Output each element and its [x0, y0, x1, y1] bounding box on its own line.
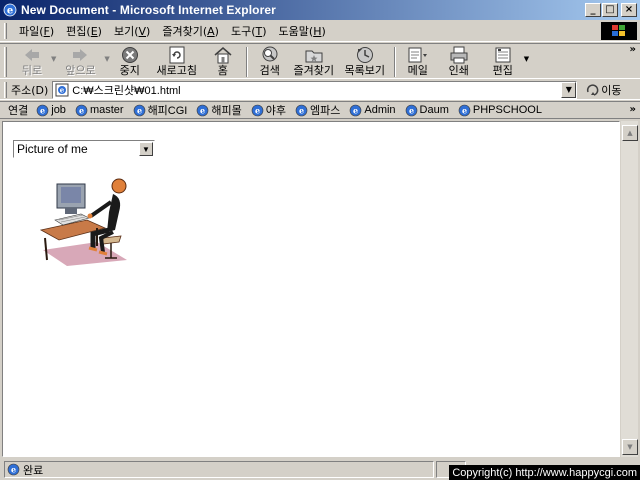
svg-text:e: e — [255, 105, 260, 115]
link-phpschool[interactable]: e PHPSCHOOL — [458, 104, 542, 117]
back-arrow-icon — [25, 49, 39, 61]
address-url: C:₩스크린샷₩01.html — [72, 84, 181, 97]
link-yahoo[interactable]: e 야후 — [251, 102, 286, 118]
ie-page-icon: e — [405, 104, 417, 116]
status-text: 완료 — [23, 463, 44, 477]
toolbar-grip[interactable] — [4, 22, 7, 39]
ie-page-icon: e — [75, 104, 88, 116]
stop-button[interactable]: 중지 — [110, 45, 150, 79]
svg-text:e: e — [462, 105, 467, 115]
menu-edit[interactable]: 편집(E) — [60, 23, 108, 39]
go-button[interactable]: 이동 — [585, 82, 622, 98]
close-button[interactable]: × — [621, 3, 637, 17]
link-master[interactable]: e master — [75, 104, 124, 117]
address-dropdown-icon[interactable]: ▼ — [561, 81, 577, 98]
address-bar: 주소(D) e C:₩스크린샷₩01.html ▼ 이동 — [0, 80, 640, 100]
links-more-icon[interactable]: » — [630, 104, 636, 115]
maximize-button[interactable]: □ — [602, 3, 618, 17]
history-icon — [356, 47, 373, 63]
minimize-button[interactable]: _ — [585, 3, 601, 17]
copyright-overlay: Copyright(c) http://www.happycgi.com — [449, 465, 640, 480]
toolbar-more-icon[interactable]: » — [630, 44, 636, 55]
go-arrow-icon — [587, 83, 599, 96]
address-label: 주소(D) — [11, 83, 49, 97]
toolbar-separator — [245, 47, 248, 77]
mail-icon — [408, 47, 427, 63]
ie-page-icon: e — [251, 104, 264, 116]
print-button[interactable]: 인쇄 — [436, 45, 482, 79]
person-at-computer-clipart — [39, 178, 127, 266]
link-empas[interactable]: e 엠파스 — [295, 102, 340, 118]
favorites-button[interactable]: 즐겨찾기 — [288, 45, 340, 79]
svg-text:e: e — [200, 105, 205, 115]
svg-text:e: e — [7, 6, 13, 17]
select-dropdown-icon[interactable]: ▼ — [139, 142, 153, 156]
link-daum[interactable]: e Daum — [405, 104, 449, 117]
edit-page-icon — [495, 47, 511, 63]
link-happymall[interactable]: e 해피몰 — [196, 102, 242, 118]
print-icon — [450, 46, 468, 64]
links-bar: 연결 e job e master e 해피CGI e 해피몰 e 야후 e 엠파스 e Ad… — [0, 101, 640, 119]
refresh-button[interactable]: 새로고침 — [150, 45, 204, 79]
svg-text:e: e — [79, 105, 84, 115]
ie-page-icon: e — [295, 104, 308, 116]
scroll-down-icon[interactable]: ▼ — [622, 439, 638, 455]
ie-page-icon: e — [133, 104, 145, 116]
svg-text:e: e — [137, 105, 142, 115]
vertical-scrollbar[interactable]: ▲ ▼ — [620, 121, 638, 457]
link-happycgi[interactable]: e 해피CGI — [133, 102, 187, 118]
select-value: Picture of me — [17, 142, 88, 156]
link-job[interactable]: e job — [36, 104, 66, 117]
back-button[interactable]: 뒤로 — [13, 45, 51, 79]
home-button[interactable]: 홈 — [204, 45, 242, 79]
svg-text:e: e — [299, 105, 304, 115]
svg-text:e: e — [11, 465, 16, 475]
history-button[interactable]: 목록보기 — [340, 45, 390, 79]
edit-dropdown-icon[interactable]: ▼ — [524, 55, 529, 63]
menu-tools[interactable]: 도구(T) — [225, 23, 273, 39]
ie-page-icon: e — [350, 104, 362, 116]
svg-text:e: e — [40, 105, 45, 115]
address-input[interactable]: e C:₩스크린샷₩01.html ▼ — [52, 80, 578, 99]
toolbar-grip[interactable] — [4, 47, 7, 77]
forward-arrow-icon — [73, 49, 88, 61]
ie-page-icon: e — [197, 104, 209, 116]
home-icon — [214, 47, 232, 64]
page-icon: e — [55, 83, 69, 96]
window-title: New Document - Microsoft Internet Explor… — [21, 3, 276, 17]
picture-select[interactable]: Picture of me ▼ — [13, 140, 155, 158]
menu-favorites[interactable]: 즐겨찾기(A) — [156, 23, 225, 39]
links-label: 연결 — [8, 104, 29, 117]
refresh-icon — [169, 46, 185, 64]
title-bar[interactable]: e New Document - Microsoft Internet Expl… — [0, 0, 640, 20]
page-content: Picture of me ▼ — [2, 121, 620, 457]
svg-text:e: e — [353, 105, 358, 115]
svg-text:e: e — [60, 85, 65, 94]
menu-help[interactable]: 도움말(H) — [273, 23, 332, 39]
ie-page-icon: e — [7, 463, 20, 476]
windows-logo-icon — [601, 22, 637, 40]
status-text-panel: e 완료 — [4, 461, 434, 478]
edit-button[interactable]: 편집 — [482, 45, 524, 79]
menu-file[interactable]: 파일(F) — [13, 23, 60, 39]
link-admin[interactable]: e Admin — [349, 104, 396, 117]
search-icon — [262, 46, 278, 62]
ie-page-icon: e — [36, 104, 49, 116]
menu-view[interactable]: 보기(V) — [108, 23, 156, 39]
svg-text:e: e — [409, 105, 414, 115]
stop-icon — [121, 47, 138, 63]
mail-button[interactable]: 메일 — [400, 45, 436, 79]
standard-toolbar: 뒤로 ▼ 앞으로 ▼ 중지 새로고침 홈 검색 즐겨찾기 목록보기 메일 인쇄 — [0, 43, 640, 79]
toolbar-separator — [393, 47, 396, 77]
ie-page-icon: e — [458, 104, 471, 116]
ie-logo-icon: e — [3, 3, 17, 17]
search-button[interactable]: 검색 — [252, 45, 288, 79]
favorites-folder-icon — [305, 50, 323, 63]
forward-button[interactable]: 앞으로 — [56, 45, 104, 79]
scroll-up-icon[interactable]: ▲ — [622, 125, 638, 141]
menu-bar: 파일(F) 편집(E) 보기(V) 즐겨찾기(A) 도구(T) 도움말(H) — [0, 20, 640, 42]
toolbar-grip[interactable] — [4, 81, 7, 98]
